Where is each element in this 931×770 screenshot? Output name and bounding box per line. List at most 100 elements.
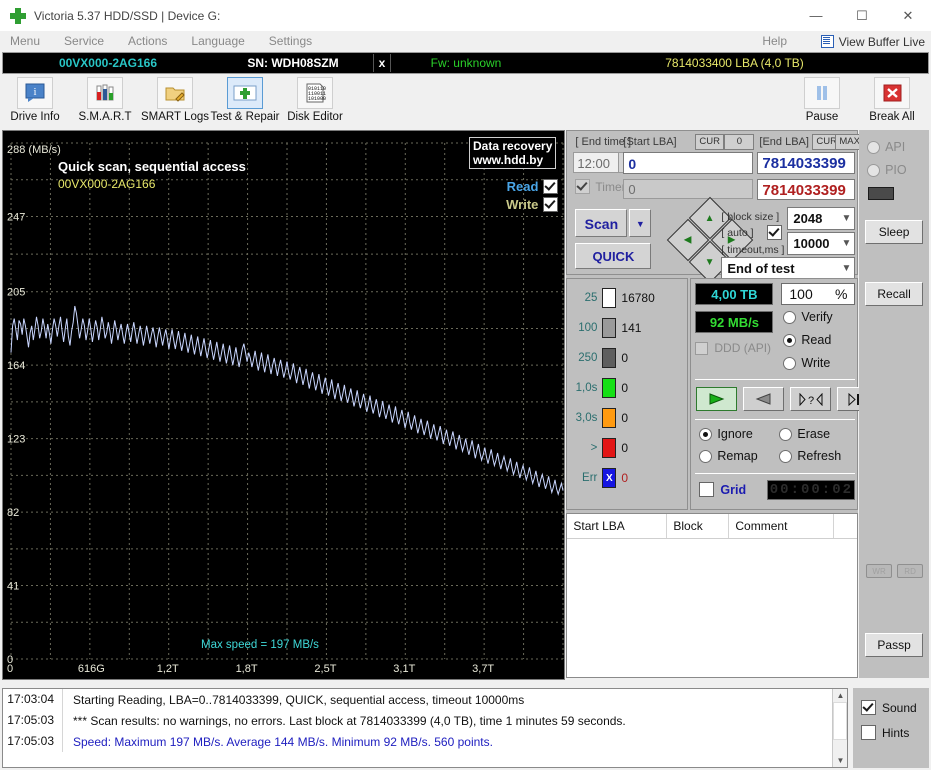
action-erase-radio[interactable]: Erase xyxy=(779,427,830,441)
end-time-value[interactable]: 12:00 xyxy=(573,152,620,173)
api-label: API xyxy=(885,140,906,154)
menu-item-actions[interactable]: Actions xyxy=(118,31,181,52)
counter-value: 141 xyxy=(621,321,642,335)
log-row[interactable]: 17:05:03 *** Scan results: no warnings, n… xyxy=(3,710,847,731)
pio-radio-button[interactable] xyxy=(867,163,881,177)
close-button[interactable]: ✕ xyxy=(885,0,931,31)
main-content: 0 41 82 123 164 205 247 288 (MB/s) 0 616G 1,2T 1,8T… xyxy=(0,130,931,682)
scroll-up-button[interactable]: ▲ xyxy=(833,689,847,702)
toolbar-smart-logs-label: SMART Logs xyxy=(141,111,209,123)
start-lba-cur-button[interactable]: CUR xyxy=(695,134,724,150)
passp-button[interactable]: Passp xyxy=(865,633,924,657)
graph-read-toggle[interactable]: Read xyxy=(506,179,559,194)
graph-write-toggle[interactable]: Write xyxy=(506,197,559,212)
end-lba-secondary: 7814033399 xyxy=(757,179,856,200)
erase-radio-button[interactable] xyxy=(779,427,793,441)
menu-item-menu[interactable]: Menu xyxy=(0,31,54,52)
reverse-button[interactable] xyxy=(743,387,785,411)
refresh-radio-button[interactable] xyxy=(779,449,793,463)
toolbar-smart[interactable]: S.M.A.R.T xyxy=(70,77,140,123)
sound-checkbox[interactable] xyxy=(861,700,876,715)
timeout-select[interactable]: 10000 ▼ xyxy=(787,232,856,255)
scan-dropdown-button[interactable]: ▼ xyxy=(629,209,652,237)
window-title: Victoria 5.37 HDD/SSD | Device G: xyxy=(34,8,221,23)
timer-checkbox[interactable] xyxy=(575,179,591,194)
graph-read-checkbox[interactable] xyxy=(543,179,559,194)
menu-item-settings[interactable]: Settings xyxy=(259,31,326,52)
mode-verify-radio[interactable]: Verify xyxy=(783,310,833,324)
menu-item-language[interactable]: Language xyxy=(181,31,258,52)
auto-checkbox[interactable] xyxy=(767,225,783,240)
hints-toggle[interactable]: Hints xyxy=(861,725,929,740)
sleep-button[interactable]: Sleep xyxy=(865,220,924,244)
toolbar-break-all-button[interactable]: Break All xyxy=(857,77,927,123)
start-lba-input[interactable]: 0 xyxy=(623,152,754,174)
defect-table[interactable]: Start LBA Block Comment xyxy=(566,513,859,678)
write-radio-button[interactable] xyxy=(783,356,797,370)
menu-item-help[interactable]: Help xyxy=(752,31,801,52)
api-radio[interactable]: API xyxy=(867,140,905,154)
dpad-up-arrow-icon: ▲ xyxy=(705,212,716,224)
verify-radio-button[interactable] xyxy=(783,310,797,324)
ddd-api-toggle[interactable]: DDD (API) xyxy=(695,341,771,355)
column-comment[interactable]: Comment xyxy=(729,514,835,538)
recall-button[interactable]: Recall xyxy=(865,282,924,306)
wr-button[interactable]: WR xyxy=(866,564,893,578)
timer-toggle[interactable]: Timer xyxy=(575,179,626,194)
action-remap-radio[interactable]: Remap xyxy=(699,449,758,463)
chevron-down-icon: ▼ xyxy=(841,213,852,224)
log-scrollbar[interactable]: ▲ ▼ xyxy=(832,689,847,767)
scan-button[interactable]: Scan xyxy=(575,209,628,237)
toolbar-test-repair[interactable]: Test & Repair xyxy=(210,77,280,123)
toolbar-disk-editor[interactable]: 010110 110011 101000 Disk Editor xyxy=(280,77,350,123)
block-size-select[interactable]: 2048 ▼ xyxy=(787,207,856,230)
log-panel[interactable]: 17:03:04 Starting Reading, LBA=0..7814033… xyxy=(2,688,848,768)
counter-value: 0 xyxy=(621,411,629,425)
counter-row: 3,0s 0 xyxy=(567,403,687,433)
log-row[interactable]: 17:03:04 Starting Reading, LBA=0..7814033… xyxy=(3,689,847,710)
graph-write-checkbox[interactable] xyxy=(543,197,559,212)
pio-radio[interactable]: PIO xyxy=(867,163,907,177)
toolbar-break-all-label: Break All xyxy=(869,111,915,123)
toolbar-pause-button[interactable]: Pause xyxy=(787,77,857,123)
grid-toggle[interactable]: Grid xyxy=(699,482,746,497)
question-seek-button[interactable]: ? xyxy=(790,387,832,411)
drive-close-button[interactable]: x xyxy=(373,54,391,72)
start-lba-zero-button[interactable]: 0 xyxy=(724,134,755,150)
quick-button[interactable]: QUICK xyxy=(575,243,652,269)
end-of-test-select[interactable]: End of test ▼ xyxy=(721,257,856,279)
minimize-button[interactable]: — xyxy=(793,0,839,31)
sound-toggle[interactable]: Sound xyxy=(861,700,929,715)
toolbar-drive-info[interactable]: i Drive Info xyxy=(0,77,70,123)
end-of-test-value: End of test xyxy=(727,260,795,276)
grid-checkbox[interactable] xyxy=(699,482,715,497)
play-button[interactable] xyxy=(696,387,738,411)
end-lba-input[interactable]: 7814033399 xyxy=(757,152,856,174)
action-refresh-radio[interactable]: Refresh xyxy=(779,449,841,463)
log-row[interactable]: 17:05:03 Speed: Maximum 197 MB/s. Average… xyxy=(3,731,847,752)
column-block[interactable]: Block xyxy=(667,514,730,538)
ignore-radio-button[interactable] xyxy=(699,427,713,441)
remap-radio-button[interactable] xyxy=(699,449,713,463)
rd-button[interactable]: RD xyxy=(897,564,924,578)
read-radio-button[interactable] xyxy=(783,333,797,347)
api-radio-button[interactable] xyxy=(867,140,881,154)
watermark: Data recovery www.hdd.by xyxy=(469,137,557,169)
scroll-down-button[interactable]: ▼ xyxy=(833,754,847,767)
mode-write-radio[interactable]: Write xyxy=(783,356,830,370)
menu-item-service[interactable]: Service xyxy=(54,31,118,52)
hints-checkbox[interactable] xyxy=(861,725,876,740)
maximize-button[interactable]: ☐ xyxy=(839,0,885,31)
scroll-thumb[interactable] xyxy=(833,702,847,740)
view-buffer-live-button[interactable]: View Buffer Live xyxy=(820,35,925,49)
graph-rw-toggles: Read Write xyxy=(506,179,559,215)
binary-page-icon: 010110 110011 101000 xyxy=(297,77,333,109)
mode-read-radio[interactable]: Read xyxy=(783,333,831,347)
toolbar-smart-logs[interactable]: SMART Logs xyxy=(140,77,210,123)
action-ignore-radio[interactable]: Ignore xyxy=(699,427,753,441)
column-start-lba[interactable]: Start LBA xyxy=(567,514,668,538)
right-sidebar: API PIO Sleep Recall WR RD Passp xyxy=(859,130,929,678)
capacity-led: 4,00 TB xyxy=(695,283,774,305)
ddd-api-checkbox[interactable] xyxy=(695,341,709,355)
speed-graph[interactable]: 0 41 82 123 164 205 247 288 (MB/s) 0 616G 1,2T 1,8T… xyxy=(2,130,566,680)
